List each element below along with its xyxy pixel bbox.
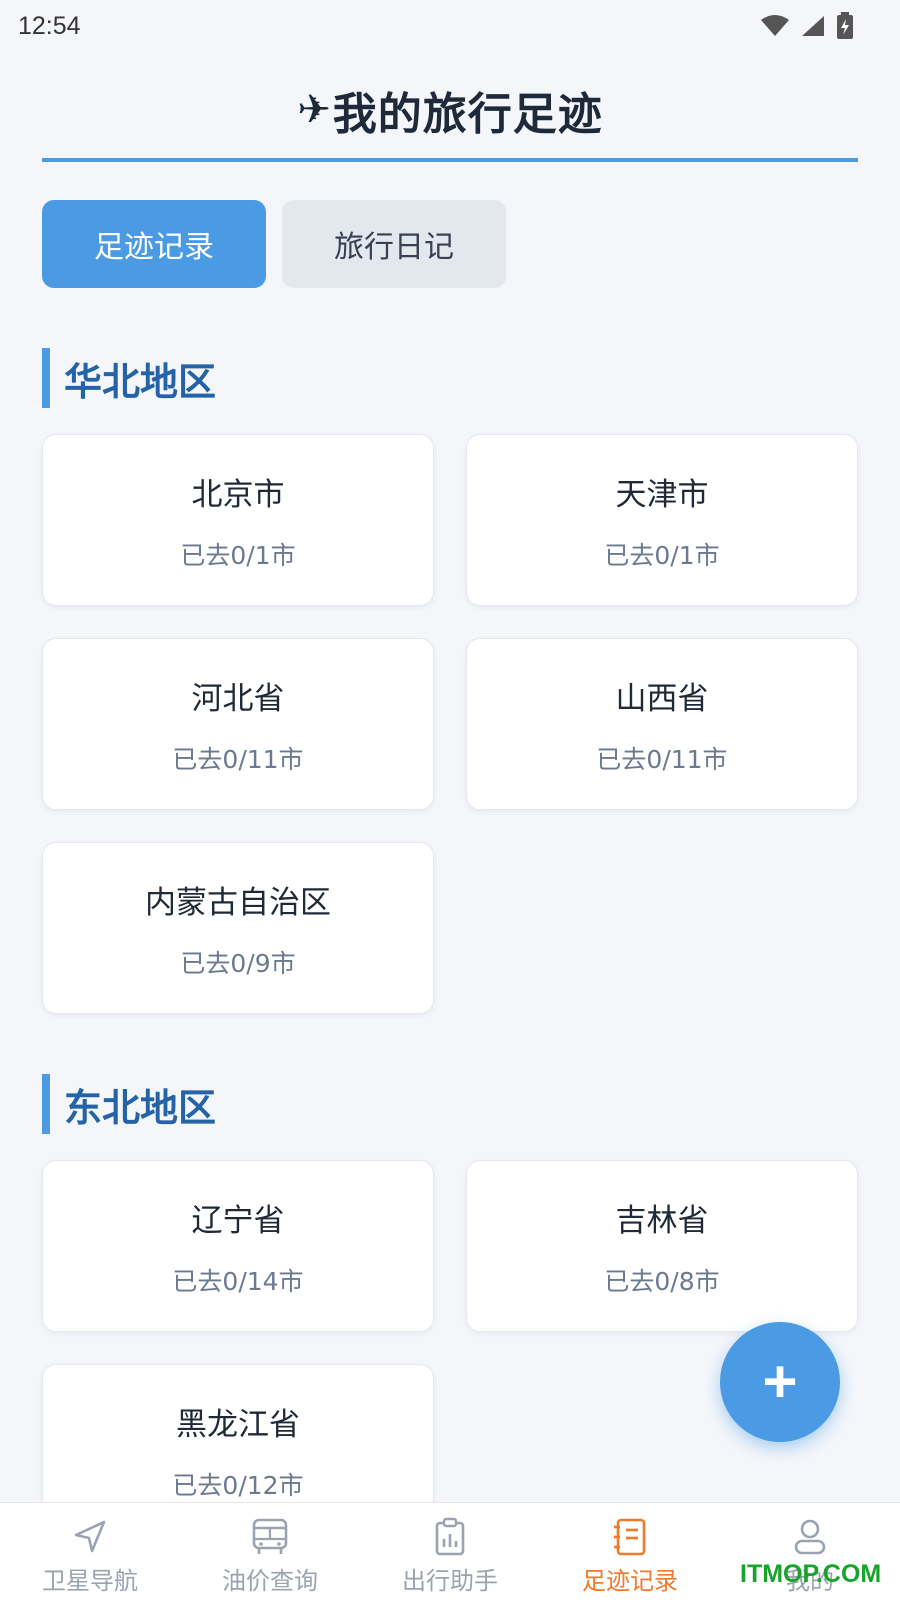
visited-count: 已去0/8市 bbox=[604, 1266, 720, 1296]
visited-count: 已去0/9市 bbox=[180, 948, 296, 978]
province-name: 黑龙江省 bbox=[176, 1406, 300, 1443]
nav-label: 油价查询 bbox=[222, 1567, 318, 1595]
region-north-china: 华北地区 北京市 已去0/1市 天津市 已去0/1市 河北省 已去0/11市 山… bbox=[0, 348, 900, 1014]
clipboard-chart-icon bbox=[435, 1517, 465, 1556]
navigation-arrow-icon bbox=[74, 1520, 106, 1553]
tab-footprint-records[interactable]: 足迹记录 bbox=[42, 200, 266, 288]
province-name: 内蒙古自治区 bbox=[145, 884, 331, 921]
bus-icon bbox=[252, 1518, 288, 1554]
province-grid: 辽宁省 已去0/14市 吉林省 已去0/8市 黑龙江省 已去0/12市 bbox=[42, 1160, 858, 1502]
visited-count: 已去0/11市 bbox=[596, 744, 728, 774]
plus-icon: + bbox=[762, 1348, 798, 1415]
cellular-signal-icon bbox=[802, 16, 824, 36]
visited-count: 已去0/1市 bbox=[604, 540, 720, 570]
province-name: 辽宁省 bbox=[191, 1202, 285, 1239]
page-title: 我的旅行足迹 bbox=[332, 89, 603, 140]
province-card[interactable]: 吉林省 已去0/8市 bbox=[466, 1160, 858, 1332]
province-card[interactable]: 黑龙江省 已去0/12市 bbox=[42, 1364, 434, 1502]
tab-bar: 足迹记录 旅行日记 bbox=[42, 200, 506, 288]
province-grid: 北京市 已去0/1市 天津市 已去0/1市 河北省 已去0/11市 山西省 已去… bbox=[42, 434, 858, 1014]
province-name: 吉林省 bbox=[615, 1202, 709, 1239]
province-name: 河北省 bbox=[191, 680, 285, 717]
notebook-icon bbox=[614, 1518, 646, 1556]
airplane-icon: ✈ bbox=[297, 87, 331, 133]
province-card[interactable]: 河北省 已去0/11市 bbox=[42, 638, 434, 810]
province-card[interactable]: 辽宁省 已去0/14市 bbox=[42, 1160, 434, 1332]
province-name: 山西省 bbox=[615, 680, 709, 717]
status-icons bbox=[760, 12, 854, 40]
tab-travel-diary[interactable]: 旅行日记 bbox=[282, 200, 506, 288]
province-card[interactable]: 山西省 已去0/11市 bbox=[466, 638, 858, 810]
user-icon bbox=[794, 1519, 826, 1555]
province-card[interactable]: 内蒙古自治区 已去0/9市 bbox=[42, 842, 434, 1014]
nav-label: 卫星导航 bbox=[42, 1567, 138, 1595]
status-bar: 12:54 bbox=[0, 0, 900, 52]
province-card[interactable]: 天津市 已去0/1市 bbox=[466, 434, 858, 606]
nav-item-satellite-navigation[interactable]: 卫星导航 bbox=[0, 1503, 180, 1600]
watermark: ITMOP.COM bbox=[740, 1560, 882, 1588]
region-title: 华北地区 bbox=[42, 348, 858, 408]
battery-icon bbox=[837, 12, 853, 39]
wifi-icon bbox=[761, 15, 789, 36]
nav-label: 出行助手 bbox=[402, 1567, 498, 1595]
visited-count: 已去0/12市 bbox=[172, 1470, 304, 1500]
region-title: 东北地区 bbox=[42, 1074, 858, 1134]
province-card[interactable]: 北京市 已去0/1市 bbox=[42, 434, 434, 606]
status-time: 12:54 bbox=[18, 11, 81, 40]
province-name: 天津市 bbox=[615, 476, 709, 513]
add-footprint-button[interactable]: + bbox=[720, 1322, 840, 1442]
visited-count: 已去0/11市 bbox=[172, 744, 304, 774]
visited-count: 已去0/1市 bbox=[180, 540, 296, 570]
visited-count: 已去0/14市 bbox=[172, 1266, 304, 1296]
nav-label: 足迹记录 bbox=[582, 1567, 678, 1595]
province-name: 北京市 bbox=[191, 476, 285, 513]
nav-item-fuel-price[interactable]: 油价查询 bbox=[180, 1503, 360, 1600]
page-header: ✈ 我的旅行足迹 bbox=[42, 62, 858, 162]
nav-item-footprint-records[interactable]: 足迹记录 bbox=[540, 1503, 720, 1600]
nav-item-travel-assistant[interactable]: 出行助手 bbox=[360, 1503, 540, 1600]
